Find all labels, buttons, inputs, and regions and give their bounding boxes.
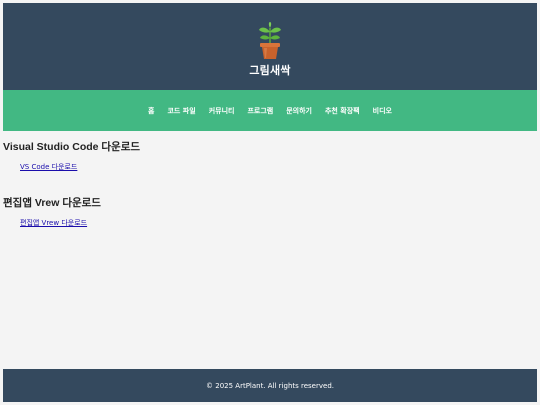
section-title-vscode: Visual Studio Code 다운로드 bbox=[3, 141, 141, 153]
section-title-vrew: 편집앱 Vrew 다운로드 bbox=[3, 197, 101, 209]
nav-item-extensions[interactable]: 추천 확장팩 bbox=[318, 106, 366, 116]
footer-copyright: © 2025 ArtPlant. All rights reserved. bbox=[206, 381, 334, 390]
nav-item-community[interactable]: 커뮤니티 bbox=[202, 106, 241, 116]
site-footer: © 2025 ArtPlant. All rights reserved. bbox=[3, 369, 537, 402]
vrew-section: 편집앱 Vrew 다운로드 편집앱 Vrew 다운로드 bbox=[3, 195, 537, 229]
site-title: 그림새싹 bbox=[249, 64, 291, 77]
potted-plant-icon bbox=[259, 22, 281, 59]
nav-item-home[interactable]: 홈 bbox=[142, 106, 161, 116]
nav-item-code-files[interactable]: 코드 파일 bbox=[161, 106, 202, 116]
nav-item-contact[interactable]: 문의하기 bbox=[280, 106, 319, 116]
nav-item-video[interactable]: 비디오 bbox=[366, 106, 398, 116]
vrew-download-link[interactable]: 편집앱 Vrew 다운로드 bbox=[20, 218, 87, 228]
vscode-download-link[interactable]: VS Code 다운로드 bbox=[20, 162, 77, 172]
main-nav: 홈 코드 파일 커뮤니티 프로그램 문의하기 추천 확장팩 비디오 bbox=[3, 90, 537, 131]
nav-item-programs[interactable]: 프로그램 bbox=[241, 106, 280, 116]
page: 그림새싹 홈 코드 파일 커뮤니티 프로그램 문의하기 추천 확장팩 비디오 V… bbox=[3, 3, 537, 402]
vscode-section: Visual Studio Code 다운로드 VS Code 다운로드 bbox=[3, 139, 537, 173]
main-content: Visual Studio Code 다운로드 VS Code 다운로드 편집앱… bbox=[3, 131, 537, 229]
site-header: 그림새싹 bbox=[3, 3, 537, 90]
